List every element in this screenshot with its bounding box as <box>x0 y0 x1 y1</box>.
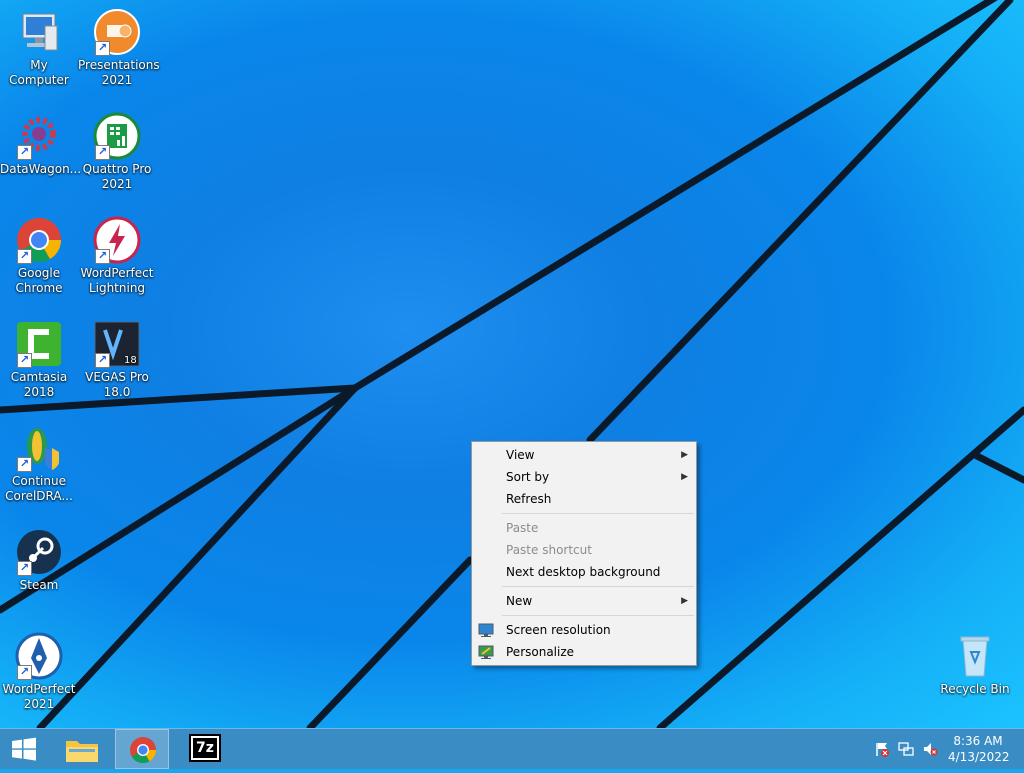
desktop-icon-wordperfect[interactable]: ↗ WordPerfect 2021 <box>0 632 78 712</box>
taskbar-clock[interactable]: 8:36 AM 4/13/2022 <box>948 733 1010 765</box>
menu-item-paste-shortcut[interactable]: Paste shortcut <box>472 539 696 561</box>
desktop-icon-label: WordPerfect Lightning <box>80 266 154 295</box>
network-icon[interactable] <box>898 741 914 757</box>
menu-item-label: Refresh <box>506 492 552 506</box>
menu-item-screen-resolution[interactable]: Screen resolution <box>472 619 696 641</box>
desktop-icon-coreldraw[interactable]: ↗ Continue CorelDRA... <box>0 424 78 504</box>
shortcut-arrow-icon: ↗ <box>95 249 110 264</box>
submenu-arrow-icon: ▶ <box>681 450 688 460</box>
clock-date: 4/13/2022 <box>948 750 1010 764</box>
menu-item-label: Paste shortcut <box>506 543 592 557</box>
wordperfect-icon: ↗ <box>15 632 63 680</box>
clock-time: 8:36 AM <box>953 734 1003 748</box>
recycle-bin-icon <box>951 632 999 680</box>
menu-item-label: View <box>506 448 535 462</box>
shortcut-arrow-icon: ↗ <box>95 145 110 160</box>
desktop-icon-label: Steam <box>19 578 59 592</box>
desktop-icon-label: Recycle Bin <box>940 682 1010 696</box>
menu-item-label: New <box>506 594 533 608</box>
steam-icon: ↗ <box>15 528 63 576</box>
datawagon-icon: ↗ <box>15 112 63 160</box>
desktop-icon-label: My Computer <box>9 58 69 87</box>
taskbar-chrome[interactable] <box>115 729 169 769</box>
menu-item-view[interactable]: View ▶ <box>472 444 696 466</box>
camtasia-icon: ↗ <box>15 320 63 368</box>
desktop-icon-label: DataWagon... <box>0 162 82 176</box>
submenu-arrow-icon: ▶ <box>681 596 688 606</box>
desktop-icon-camtasia[interactable]: ↗ Camtasia 2018 <box>0 320 78 400</box>
desktop-icon-label: VEGAS Pro 18.0 <box>85 370 149 399</box>
desktop-icon-label: Camtasia 2018 <box>10 370 68 399</box>
desktop-icon-label: WordPerfect 2021 <box>2 682 76 711</box>
quattro-pro-icon: ↗ <box>93 112 141 160</box>
menu-separator <box>502 615 694 616</box>
shortcut-arrow-icon: ↗ <box>17 145 32 160</box>
desktop-icon-recycle-bin[interactable]: Recycle Bin <box>936 632 1014 697</box>
taskbar-file-explorer[interactable] <box>57 729 107 769</box>
chrome-icon: ↗ <box>15 216 63 264</box>
screen-resolution-icon <box>478 622 494 638</box>
taskbar-7zip[interactable]: 7z <box>178 729 232 769</box>
windows-logo-icon <box>12 737 36 761</box>
menu-item-label: Paste <box>506 521 539 535</box>
start-button[interactable] <box>0 729 48 769</box>
desktop-icon-vegas-pro[interactable]: 18 ↗ VEGAS Pro 18.0 <box>78 320 156 400</box>
desktop-icon-datawagon[interactable]: ↗ DataWagon... <box>0 112 82 177</box>
desktop[interactable]: My Computer ↗ Presentations 2021 ↗ DataW… <box>0 0 1024 728</box>
svg-text:18: 18 <box>124 355 137 366</box>
chrome-icon <box>130 737 157 764</box>
shortcut-arrow-icon: ↗ <box>95 41 110 56</box>
menu-item-label: Next desktop background <box>506 565 661 579</box>
computer-icon <box>15 8 63 56</box>
personalize-icon <box>478 644 494 660</box>
shortcut-arrow-icon: ↗ <box>17 457 32 472</box>
coreldraw-icon: ↗ <box>15 424 63 472</box>
menu-separator <box>502 586 694 587</box>
desktop-icon-label: Google Chrome <box>15 266 63 295</box>
shortcut-arrow-icon: ↗ <box>17 561 32 576</box>
presentations-icon: ↗ <box>93 8 141 56</box>
menu-item-new[interactable]: New ▶ <box>472 590 696 612</box>
desktop-icon-wordperfect-lightning[interactable]: ↗ WordPerfect Lightning <box>78 216 156 296</box>
shortcut-arrow-icon: ↗ <box>17 249 32 264</box>
shortcut-arrow-icon: ↗ <box>17 353 32 368</box>
menu-item-sort-by[interactable]: Sort by ▶ <box>472 466 696 488</box>
7zip-label: 7z <box>196 740 214 756</box>
file-explorer-icon <box>66 741 98 762</box>
shortcut-arrow-icon: ↗ <box>95 353 110 368</box>
desktop-icon-quattro-pro[interactable]: ↗ Quattro Pro 2021 <box>78 112 156 192</box>
desktop-icon-label: Presentations 2021 <box>78 58 160 87</box>
menu-item-label: Personalize <box>506 645 575 659</box>
desktop-icon-google-chrome[interactable]: ↗ Google Chrome <box>0 216 78 296</box>
submenu-arrow-icon: ▶ <box>681 472 688 482</box>
menu-item-personalize[interactable]: Personalize <box>472 641 696 663</box>
desktop-icon-label: Quattro Pro 2021 <box>82 162 152 191</box>
menu-item-next-desktop-background[interactable]: Next desktop background <box>472 561 696 583</box>
desktop-icon-steam[interactable]: ↗ Steam <box>0 528 78 593</box>
menu-separator <box>502 513 694 514</box>
desktop-icon-presentations[interactable]: ↗ Presentations 2021 <box>78 8 160 88</box>
menu-item-label: Screen resolution <box>506 623 611 637</box>
desktop-icon-my-computer[interactable]: My Computer <box>0 8 78 88</box>
action-center-flag-icon[interactable] <box>874 741 890 757</box>
vegas-pro-icon: 18 ↗ <box>93 320 141 368</box>
volume-muted-icon[interactable] <box>922 741 938 757</box>
desktop-icon-label: Continue CorelDRA... <box>5 474 73 503</box>
menu-item-label: Sort by <box>506 470 550 484</box>
wordperfect-lightning-icon: ↗ <box>93 216 141 264</box>
taskbar: 7z 8:36 AM 4/13/2022 <box>0 728 1024 769</box>
menu-item-refresh[interactable]: Refresh <box>472 488 696 510</box>
menu-item-paste[interactable]: Paste <box>472 517 696 539</box>
desktop-context-menu: View ▶ Sort by ▶ Refresh Paste Paste sho… <box>471 441 697 666</box>
shortcut-arrow-icon: ↗ <box>17 665 32 680</box>
